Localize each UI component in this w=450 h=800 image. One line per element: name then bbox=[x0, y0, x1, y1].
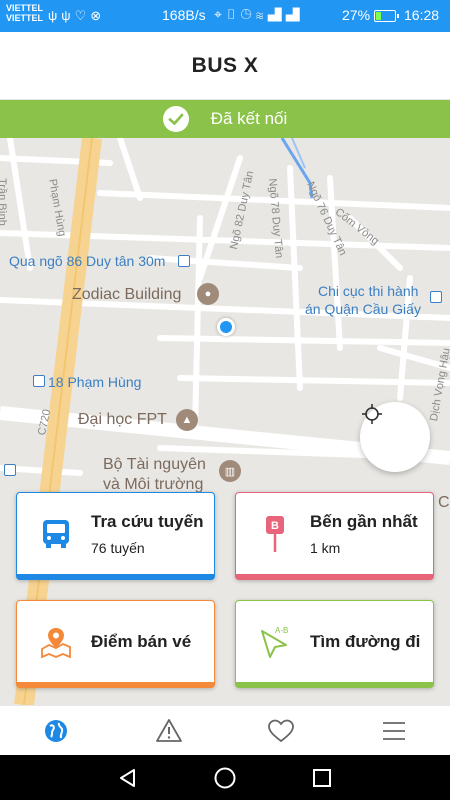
government-icon[interactable]: ▥ bbox=[219, 460, 241, 482]
globe-icon bbox=[45, 719, 68, 742]
carrier-2: VIETTEL bbox=[6, 13, 44, 23]
back-icon[interactable] bbox=[117, 767, 139, 789]
crosshair-icon bbox=[362, 404, 382, 424]
menu-icon bbox=[382, 721, 405, 740]
route-lookup-card[interactable]: Tra cứu tuyến 76 tuyến bbox=[16, 492, 215, 580]
usb-icon: ψ bbox=[48, 8, 62, 23]
heart-icon bbox=[268, 719, 295, 742]
nav-favorites[interactable] bbox=[225, 706, 338, 755]
stop-marker-icon: B bbox=[258, 515, 292, 552]
find-route-title: Tìm đường đi bbox=[310, 631, 421, 651]
network-speed: 168B/s bbox=[162, 7, 206, 23]
poi-label: Bộ Tài nguyên bbox=[103, 456, 206, 473]
poi-label: C bbox=[438, 494, 450, 511]
nav-menu[interactable] bbox=[338, 706, 450, 755]
notification-icons: ψψ♡⊗ bbox=[48, 8, 105, 24]
status-bar: VIETTEL VIETTEL ψψ♡⊗ 168B/s ⌖▯◷≋▟▟ 27% 1… bbox=[0, 0, 450, 32]
street-label: Trần Bình bbox=[0, 178, 8, 226]
battery-percent: 27% bbox=[342, 7, 371, 23]
poi-label: Đại học FPT bbox=[78, 411, 167, 428]
poi-label: án Quận Cầu Giấy bbox=[305, 301, 421, 317]
bus-stop-icon[interactable] bbox=[178, 255, 190, 267]
app-title: BUS X bbox=[191, 53, 259, 77]
poi-label: Zodiac Building bbox=[72, 286, 182, 303]
building-icon[interactable]: ● bbox=[197, 283, 219, 305]
poi-label: Chi cục thi hành bbox=[318, 283, 419, 299]
system-navigation-bar bbox=[0, 755, 450, 800]
current-location-dot bbox=[217, 318, 235, 336]
connection-status-text: Đã kết nối bbox=[210, 109, 288, 128]
app-bar: BUS X bbox=[0, 32, 450, 100]
route-lookup-title: Tra cứu tuyến bbox=[91, 511, 204, 531]
home-icon[interactable] bbox=[213, 766, 237, 790]
route-lookup-text: Tra cứu tuyến 76 tuyến bbox=[91, 512, 203, 556]
alarm-icon: ◷ bbox=[240, 6, 256, 22]
bus-stop-label: 18 Phạm Hùng bbox=[48, 374, 142, 390]
check-icon bbox=[162, 106, 189, 132]
nav-alerts[interactable] bbox=[113, 706, 226, 755]
recents-icon[interactable] bbox=[311, 767, 333, 789]
nearest-stop-distance: 1 km bbox=[310, 539, 341, 556]
nearest-stop-text: Bến gần nhất 1 km bbox=[310, 512, 418, 556]
nearest-stop-card[interactable]: B Bến gần nhất 1 km bbox=[235, 492, 434, 580]
battery-fill bbox=[376, 12, 382, 20]
system-status-icons: ⌖▯◷≋▟▟ bbox=[214, 6, 304, 23]
find-route-card[interactable]: A-B Tìm đường đi bbox=[235, 600, 434, 688]
carrier-labels: VIETTEL VIETTEL bbox=[6, 3, 43, 23]
navigation-icon: A-B bbox=[258, 625, 292, 659]
school-icon[interactable]: ▲ bbox=[176, 409, 198, 431]
warning-icon bbox=[155, 718, 182, 742]
bus-stop-icon[interactable] bbox=[33, 375, 45, 387]
svg-text:B: B bbox=[271, 520, 279, 532]
route-count: 76 tuyến bbox=[91, 539, 145, 556]
nav-map[interactable] bbox=[0, 706, 113, 755]
location-icon: ⌖ bbox=[214, 6, 226, 22]
nearest-stop-title: Bến gần nhất bbox=[310, 511, 418, 531]
signal-icon: ▟ bbox=[267, 6, 286, 22]
map-pin-icon bbox=[39, 625, 73, 659]
signal-icon: ▟ bbox=[285, 6, 304, 22]
bus-stop-label: Qua ngõ 86 Duy tân 30m bbox=[9, 253, 166, 269]
battery-icon bbox=[374, 10, 399, 22]
health-icon: ♡ bbox=[74, 8, 91, 23]
connection-banner: Đã kết nối bbox=[0, 100, 450, 138]
bus-stop-icon[interactable] bbox=[4, 464, 16, 476]
usb-icon: ψ bbox=[61, 8, 75, 23]
carrier-1: VIETTEL bbox=[6, 3, 44, 13]
wifi-icon: ≋ bbox=[255, 6, 268, 22]
bus-stop-icon[interactable] bbox=[430, 291, 442, 303]
vibrate-icon: ▯ bbox=[225, 6, 241, 22]
ticket-points-card[interactable]: Điểm bán vé bbox=[16, 600, 215, 688]
clock: 16:28 bbox=[404, 7, 440, 23]
ticket-points-title: Điểm bán vé bbox=[91, 631, 192, 651]
my-location-button[interactable] bbox=[360, 402, 430, 472]
vpn-icon: ⊗ bbox=[90, 8, 106, 23]
bus-icon bbox=[39, 517, 73, 551]
svg-text:A-B: A-B bbox=[275, 626, 288, 635]
bottom-navigation bbox=[0, 705, 450, 755]
